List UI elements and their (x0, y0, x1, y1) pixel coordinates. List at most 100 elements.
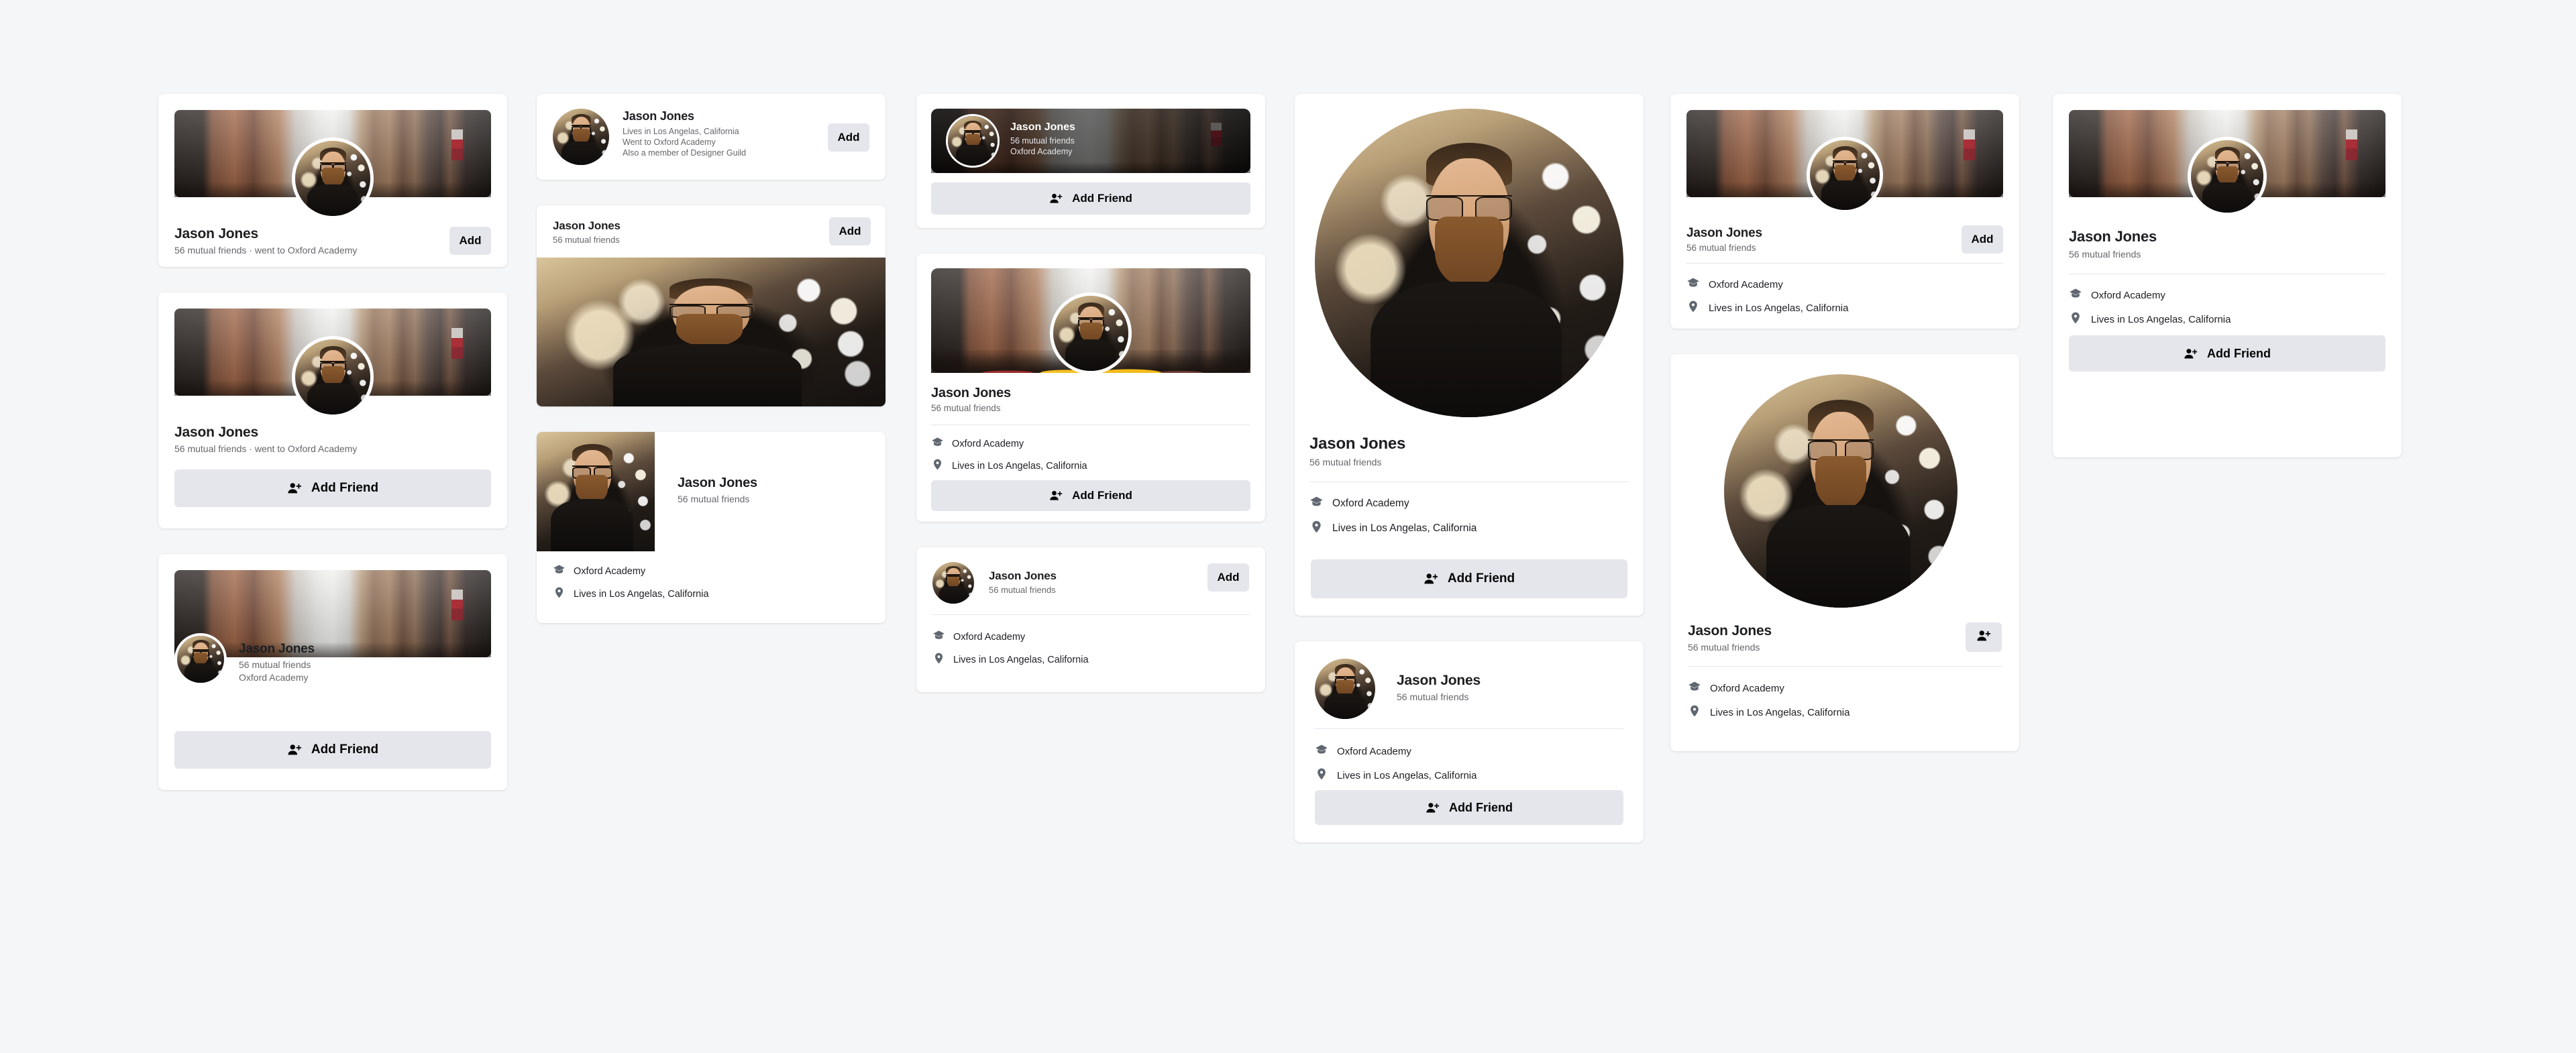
profile-text-block: Jason Jones 56 mutual friends (931, 385, 1011, 414)
add-button[interactable]: Add (1208, 563, 1249, 592)
school-row: Oxford Academy (931, 436, 1087, 452)
avatar[interactable] (1807, 137, 1883, 213)
school-text: Oxford Academy (574, 566, 646, 577)
friend-card-banner-left-avatar[interactable]: Jason Jones 56 mutual friends Oxford Aca… (158, 554, 507, 790)
map-pin-icon (1315, 767, 1328, 784)
profile-name: Jason Jones (1397, 673, 1481, 688)
avatar[interactable] (292, 336, 374, 418)
location-row: Lives in Los Angelas, California (2069, 311, 2231, 328)
location-text: Lives in Los Angelas, California (953, 655, 1089, 665)
friend-card-banner-center-avatar-add[interactable]: Jason Jones 56 mutual friends · went to … (158, 94, 507, 267)
school-text: Oxford Academy (1710, 683, 1784, 694)
graduation-cap-icon (931, 436, 944, 452)
school-row: Oxford Academy (1686, 276, 1848, 293)
card-column-6: Jason Jones 56 mutual friends Oxford Aca… (2053, 94, 2402, 483)
friend-card-dark-banner-overlay[interactable]: Jason Jones 56 mutual friends Oxford Aca… (916, 94, 1265, 228)
profile-name: Jason Jones (1688, 623, 1772, 639)
add-friend-label: Add Friend (1072, 489, 1132, 502)
avatar[interactable] (2188, 137, 2267, 216)
avatar[interactable] (1315, 659, 1375, 719)
add-friend-icon-button[interactable] (1966, 622, 2002, 652)
profile-name: Jason Jones (931, 386, 1011, 400)
friend-suggestion-card-board: Jason Jones 56 mutual friends · went to … (0, 0, 2576, 1053)
graduation-cap-icon (553, 563, 566, 579)
add-friend-button[interactable]: Add Friend (931, 480, 1250, 511)
profile-text-block: Jason Jones 56 mutual friends (678, 475, 757, 506)
avatar[interactable] (553, 109, 609, 165)
add-friend-button[interactable]: Add Friend (1311, 559, 1627, 598)
profile-text-block: Jason Jones 56 mutual friends (1688, 622, 1772, 654)
location-text: Lives in Los Angelas, California (574, 589, 709, 600)
school-row: Oxford Academy (1688, 680, 1849, 697)
friend-card-big-circle-avatar[interactable]: Jason Jones 56 mutual friends Oxford Aca… (1295, 94, 1644, 616)
divider (1686, 263, 2003, 264)
friend-card-circle-avatar-icononly[interactable]: Jason Jones 56 mutual friends Oxford Aca… (1670, 354, 2019, 751)
card-column-5: Jason Jones 56 mutual friends Add Oxford… (1670, 94, 2019, 777)
friend-card-avatar-row-addfriend[interactable]: Jason Jones 56 mutual friends Oxford Aca… (1295, 641, 1644, 842)
add-friend-label: Add Friend (311, 742, 379, 757)
friend-card-thumb-left-details[interactable]: Jason Jones 56 mutual friends Oxford Aca… (537, 432, 885, 623)
map-pin-icon (1688, 704, 1701, 721)
person-add-icon (1049, 192, 1063, 205)
add-friend-button[interactable]: Add Friend (174, 731, 491, 769)
friend-card-banner-center-avatar-addfriend[interactable]: Jason Jones 56 mutual friends · went to … (158, 292, 507, 529)
profile-text-block: Jason Jones 56 mutual friends (989, 569, 1057, 596)
profile-name: Jason Jones (553, 219, 621, 232)
add-button[interactable]: Add (828, 123, 869, 152)
add-friend-button[interactable]: Add Friend (931, 182, 1250, 215)
profile-photo (537, 432, 655, 551)
add-button[interactable]: Add (829, 217, 871, 245)
card-column-4: Jason Jones 56 mutual friends Oxford Aca… (1295, 94, 1644, 868)
school-text: Oxford Academy (1337, 746, 1411, 757)
mutual-friends-text: 56 mutual friends (989, 585, 1056, 595)
avatar[interactable] (174, 633, 227, 685)
add-friend-button[interactable]: Add Friend (174, 469, 491, 507)
friend-card-banner-avatar-add-details[interactable]: Jason Jones 56 mutual friends Add Oxford… (1670, 94, 2019, 329)
friend-card-banner-avatar-addfriend[interactable]: Jason Jones 56 mutual friends Oxford Aca… (2053, 94, 2402, 457)
friend-card-row-multiline[interactable]: Jason Jones Lives in Los Angelas, Califo… (537, 94, 885, 180)
mutual-friends-text: 56 mutual friends (2069, 249, 2141, 260)
profile-text-block: Jason Jones 56 mutual friends (553, 219, 621, 245)
profile-name: Jason Jones (623, 109, 694, 123)
details-block: Oxford Academy Lives in Los Angelas, Cal… (1315, 743, 1477, 784)
person-add-icon (2184, 347, 2198, 361)
friend-card-banner-avatar-details[interactable]: Jason Jones 56 mutual friends Oxford Aca… (916, 254, 1265, 522)
details-block: Oxford Academy Lives in Los Angelas, Cal… (1688, 680, 1849, 721)
school-row: Oxford Academy (1309, 495, 1477, 512)
profile-text-block: Jason Jones 56 mutual friends · went to … (174, 424, 357, 455)
person-add-icon (287, 742, 302, 757)
avatar[interactable] (292, 137, 374, 219)
details-block: Oxford Academy Lives in Los Angelas, Cal… (2069, 287, 2231, 328)
add-button[interactable]: Add (449, 227, 491, 255)
divider (1315, 728, 1623, 729)
mutual-friends-text: 56 mutual friends (1686, 243, 1756, 253)
location-row: Lives in Los Angelas, California (1315, 767, 1477, 784)
avatar[interactable] (946, 114, 1000, 168)
friend-card-header-photo[interactable]: Jason Jones 56 mutual friends Add (537, 205, 885, 406)
lives-text: Lives in Los Angelas, California (623, 127, 739, 136)
avatar[interactable] (1315, 109, 1623, 417)
divider (1688, 666, 2002, 667)
add-button[interactable]: Add (1962, 225, 2003, 254)
add-friend-button[interactable]: Add Friend (1315, 790, 1623, 825)
details-block: Oxford Academy Lives in Los Angelas, Cal… (1686, 276, 1848, 317)
profile-text-block: Jason Jones 56 mutual friends (1397, 672, 1481, 704)
mutual-friends-text: 56 mutual friends (239, 659, 311, 670)
friend-card-avatar-row-details[interactable]: Jason Jones 56 mutual friends Add Oxford… (916, 547, 1265, 692)
avatar[interactable] (1724, 374, 1957, 608)
graduation-cap-icon (1686, 276, 1700, 293)
location-text: Lives in Los Angelas, California (1337, 770, 1477, 781)
profile-name: Jason Jones (989, 569, 1057, 582)
graduation-cap-icon (1309, 495, 1324, 512)
details-block: Oxford Academy Lives in Los Angelas, Cal… (932, 629, 1089, 668)
add-friend-button[interactable]: Add Friend (2069, 335, 2385, 372)
avatar[interactable] (932, 562, 974, 604)
map-pin-icon (1686, 300, 1700, 317)
graduation-cap-icon (1315, 743, 1328, 760)
guild-text: Also a member of Designer Guild (623, 148, 747, 158)
profile-text-block: Jason Jones 56 mutual friends Oxford Aca… (1010, 121, 1075, 157)
map-pin-icon (553, 586, 566, 602)
avatar[interactable] (1050, 292, 1132, 374)
mutual-friends-text: 56 mutual friends (1397, 691, 1469, 702)
mutual-friends-text: 56 mutual friends · went to Oxford Acade… (174, 245, 358, 256)
